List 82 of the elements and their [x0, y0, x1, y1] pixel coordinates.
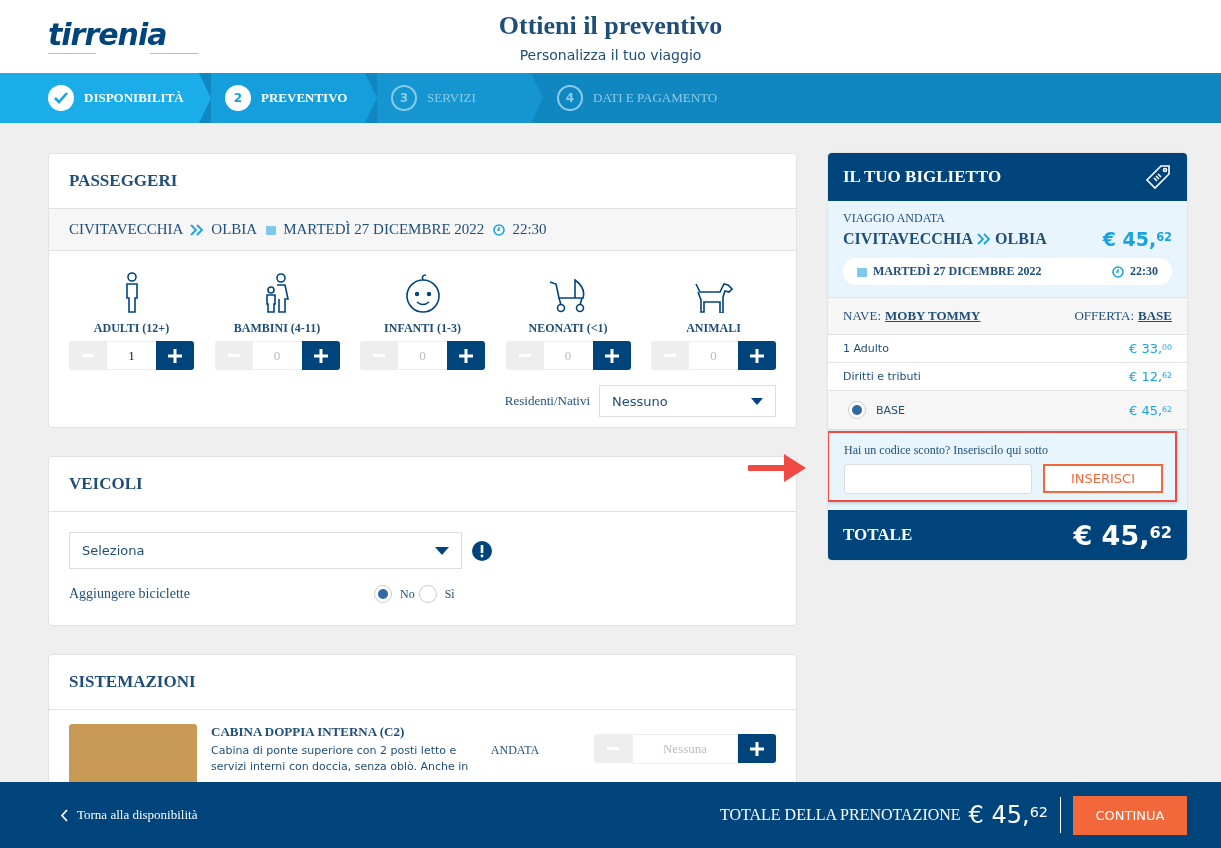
passenger-type-label: NEONATI (<1) [528, 321, 608, 336]
increment-button[interactable] [447, 341, 485, 370]
page-subtitle: Personalizza il tuo viaggio [518, 46, 703, 63]
price-line-label: Diritti e tributi [843, 370, 921, 383]
direction-label: ANDATA [490, 743, 541, 758]
price-line-amount: € 12,$^{62}$ [1129, 369, 1172, 384]
double-chevron-icon [977, 233, 992, 245]
radio-option[interactable]: No [374, 585, 415, 603]
chevron-left-icon [60, 808, 68, 822]
step-tab[interactable]: 2 PREVENTIVO [211, 73, 377, 123]
page-title: Ottieni il preventivo [497, 10, 724, 41]
offer-label: OFFERTA: [1074, 308, 1135, 324]
increment-button[interactable] [738, 341, 776, 370]
passenger-type-label: ANIMALI [686, 321, 741, 336]
residents-dropdown[interactable]: Nessuno [599, 385, 776, 417]
step-number: 4 [557, 85, 583, 111]
booking-total-label: TOTALE DELLA PRENOTAZIONE [719, 806, 961, 824]
route-origin: CIVITAVECCHIA [69, 221, 184, 238]
trip-date: MARTEDÌ 27 DICEMBRE 2022 [873, 264, 1043, 279]
fare-label: BASE [876, 403, 905, 417]
apply-code-button[interactable]: INSERISCI [1043, 464, 1163, 493]
trip-price: € 45,$^{62}$ [1102, 228, 1172, 250]
route-destination: OLBIA [211, 221, 258, 238]
cabin-description: Cabina di ponte superiore con 2 posti letto e servizi interni con doccia, senza oblò. Anche in [211, 743, 470, 775]
check-icon [48, 85, 74, 111]
person-icon [125, 272, 138, 313]
plus-icon [313, 348, 328, 363]
step-tab[interactable]: DISPONIBILITÀ [0, 73, 211, 123]
ship-label: NAVE: [843, 308, 882, 324]
increment-button[interactable] [301, 341, 340, 370]
passenger-type-label: ADULTI (12+) [93, 321, 170, 336]
route-date: MARTEDÌ 27 DICEMBRE 2022 [283, 221, 485, 238]
route-origin: CIVITAVECCHIA [843, 230, 974, 248]
passenger-type-label: INFANTI (1-3) [384, 321, 461, 336]
offer-link[interactable]: BASE [1138, 308, 1172, 324]
dog-icon [694, 283, 733, 313]
price-line-amount: € 33,$^{00}$ [1129, 341, 1172, 356]
ship-link[interactable]: MOBY TOMMY [885, 308, 981, 324]
cabin-name: CABINA DOPPIA INTERNA (C2) [211, 724, 406, 740]
trip-label: VIAGGIO ANDATA [843, 211, 947, 226]
booking-total-amount: € 45,$^{62}$ [968, 801, 1048, 829]
clock-icon [1112, 265, 1124, 278]
continue-button[interactable]: CONTINUA [1073, 795, 1187, 835]
back-link[interactable]: Torna alla disponibilità [60, 807, 198, 823]
double-chevron-icon [190, 223, 205, 236]
price-tag-icon [1143, 162, 1173, 192]
cabin-quantity-field[interactable]: Nessuna [632, 734, 738, 764]
increment-button[interactable] [592, 341, 631, 370]
baby-face-icon [405, 274, 440, 313]
caret-icon [751, 397, 763, 405]
plus-icon [459, 348, 473, 363]
fare-price: € 45,$^{62}$ [1129, 402, 1172, 418]
stroller-icon [549, 279, 587, 313]
price-line-label: 1 Adulto [843, 342, 889, 355]
discount-code-field[interactable] [844, 464, 1032, 494]
section-title: SISTEMAZIONI [49, 655, 796, 710]
plus-icon [168, 348, 182, 363]
parent-child-icon [264, 273, 290, 313]
clock-icon [493, 223, 506, 236]
bicycles-label: Aggiungere biciclette [69, 586, 191, 602]
plus-icon [604, 348, 619, 363]
panel-title: IL TUO BIGLIETTO [843, 167, 1002, 187]
trip-time: 22:30 [1130, 264, 1158, 279]
plus-icon [750, 741, 764, 756]
increment-button[interactable] [738, 734, 776, 763]
discount-prompt: Hai un codice sconto? Inseriscilo qui sotto [844, 443, 1049, 458]
info-icon[interactable] [472, 540, 492, 561]
increment-button[interactable] [156, 341, 194, 370]
logo[interactable]: tirrenia [48, 19, 198, 54]
total-amount: € 45,$^{62}$ [1073, 519, 1172, 551]
total-label: TOTALE [843, 525, 913, 545]
residents-label: Residenti/Nativi [504, 393, 590, 409]
caret-icon [435, 546, 449, 555]
route-time: 22:30 [512, 221, 547, 238]
step-tab[interactable]: 3 SERVIZI [377, 73, 543, 123]
fare-radio[interactable] [848, 401, 866, 419]
passenger-type-label: BAMBINI (4-11) [233, 321, 321, 336]
vehicle-dropdown[interactable]: Seleziona [69, 532, 462, 569]
step-number: 3 [391, 85, 417, 111]
route-destination: OLBIA [995, 230, 1047, 248]
step-number: 2 [225, 85, 251, 111]
plus-icon [750, 348, 764, 363]
